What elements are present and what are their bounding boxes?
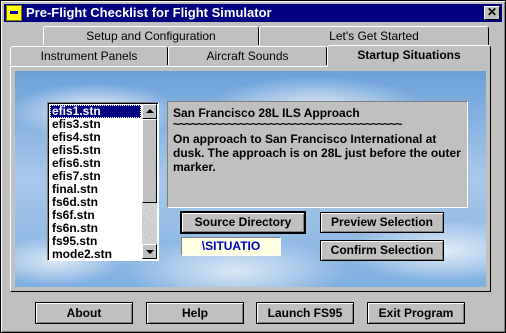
confirm-selection-button[interactable]: Confirm Selection <box>320 240 444 261</box>
situation-description-box: San Francisco 28L ILS Approach ~~~~~~~~~… <box>167 101 468 208</box>
app-window: Pre-Flight Checklist for Flight Simulato… <box>0 0 506 333</box>
situation-description: On approach to San Francisco Internation… <box>173 132 461 174</box>
help-button[interactable]: Help <box>146 302 244 324</box>
list-item[interactable]: mode2.stn <box>50 248 141 261</box>
sky-background: efis1.stn efis3.stn efis4.stn efis5.stn efis… <box>15 71 486 287</box>
situation-title: San Francisco 28L ILS Approach <box>173 106 360 120</box>
tab-lets-get-started[interactable]: Let's Get Started <box>259 26 489 45</box>
scroll-thumb[interactable] <box>142 119 157 203</box>
preview-selection-button[interactable]: Preview Selection <box>320 212 444 233</box>
startup-situations-panel: efis1.stn efis3.stn efis4.stn efis5.stn efis… <box>10 66 491 292</box>
description-separator: ~~~~~~~~~~~~~~~~~~~~~~~~~~~~~~~~~~~~~~ <box>173 120 402 130</box>
app-icon <box>6 5 22 21</box>
about-button[interactable]: About <box>35 302 133 324</box>
scroll-down-arrow-icon[interactable] <box>142 244 157 259</box>
exit-program-button[interactable]: Exit Program <box>367 302 465 324</box>
source-directory-button[interactable]: Source Directory <box>181 212 305 233</box>
source-directory-field: \SITUATIO <box>181 237 281 256</box>
window-title: Pre-Flight Checklist for Flight Simulato… <box>26 5 272 20</box>
situation-file-list[interactable]: efis1.stn efis3.stn efis4.stn efis5.stn efis… <box>47 102 159 261</box>
title-bar[interactable]: Pre-Flight Checklist for Flight Simulato… <box>4 4 502 22</box>
file-list-items: efis1.stn efis3.stn efis4.stn efis5.stn efis… <box>50 105 141 261</box>
close-icon[interactable]: ✕ <box>484 6 500 20</box>
launch-fs95-button[interactable]: Launch FS95 <box>256 302 354 324</box>
tab-aircraft-sounds[interactable]: Aircraft Sounds <box>168 46 327 65</box>
tab-startup-situations[interactable]: Startup Situations <box>327 45 491 67</box>
scroll-up-arrow-icon[interactable] <box>142 104 157 119</box>
tab-instrument-panels[interactable]: Instrument Panels <box>10 46 168 65</box>
tab-setup-and-configuration[interactable]: Setup and Configuration <box>43 26 259 45</box>
list-scrollbar[interactable] <box>142 104 157 259</box>
